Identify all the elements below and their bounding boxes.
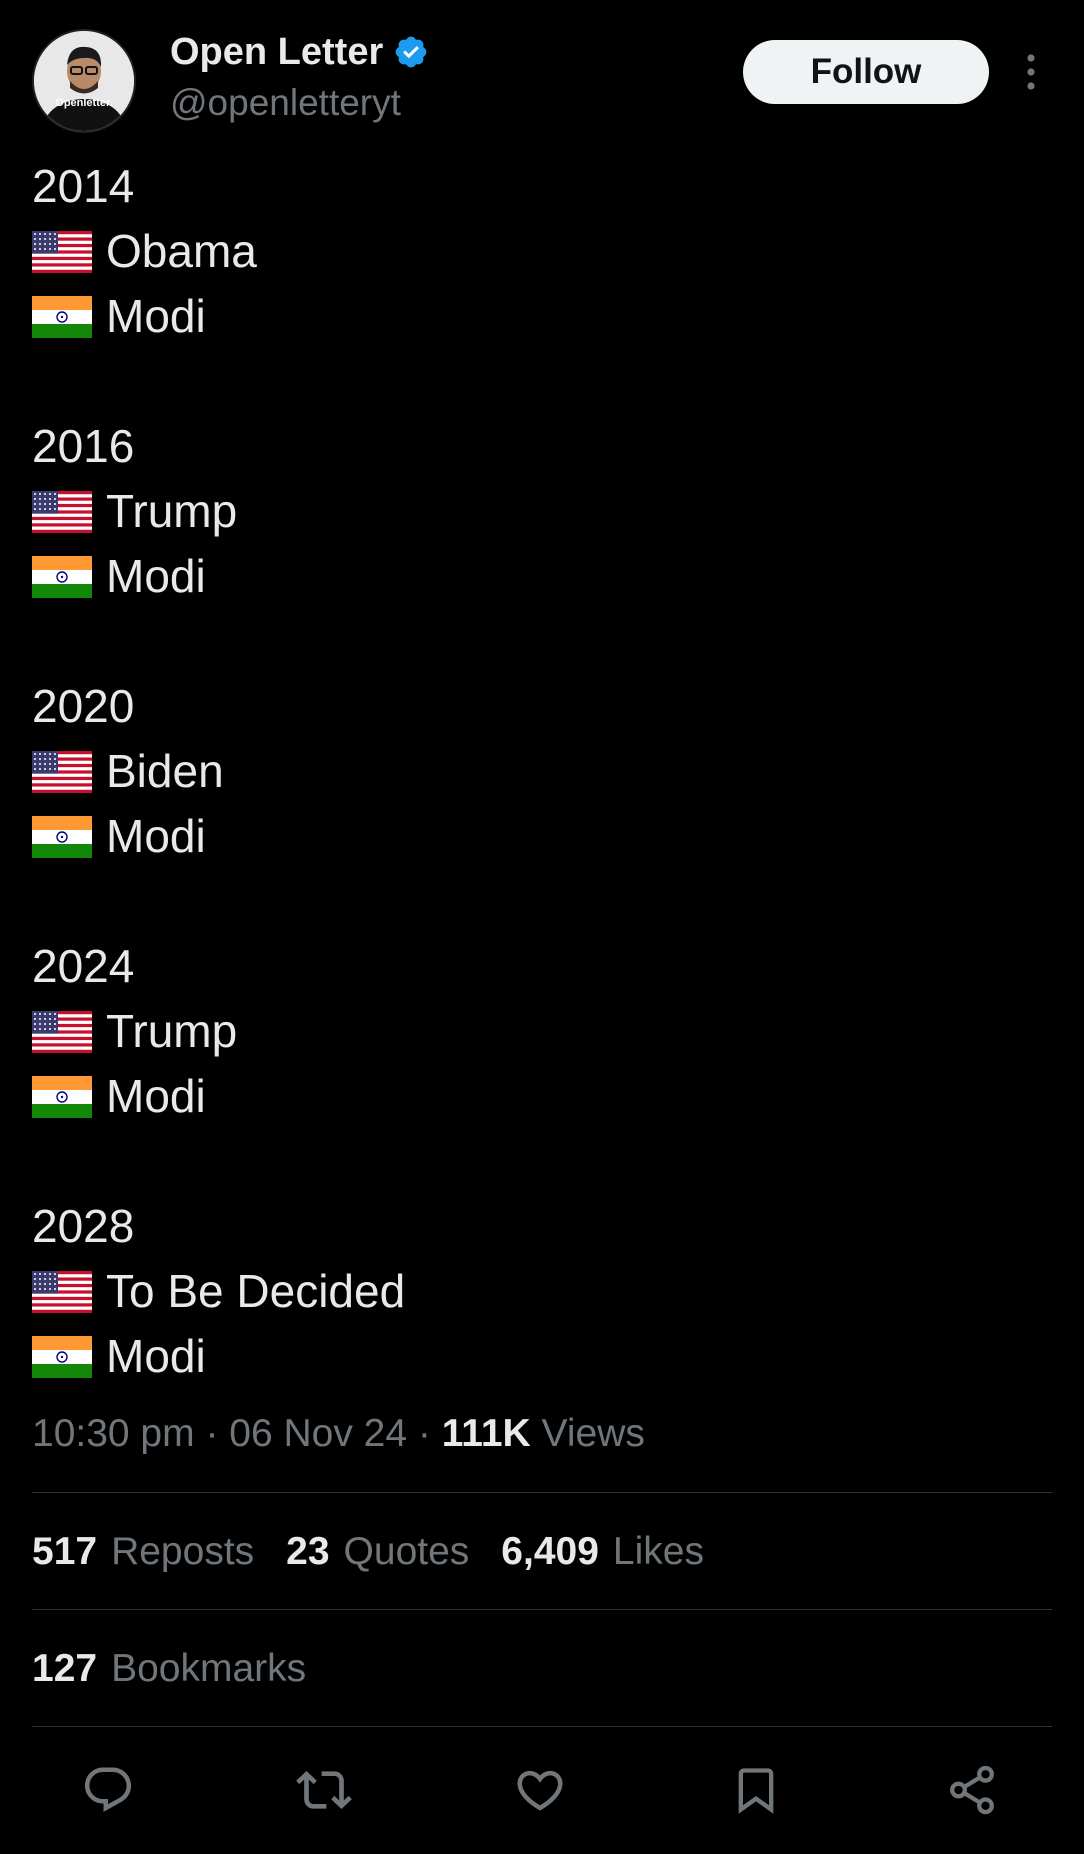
divider (32, 1609, 1052, 1610)
us-leader-name: Trump (106, 485, 238, 537)
us-flag-icon (32, 230, 92, 273)
bookmarks-stat[interactable]: 127 Bookmarks (32, 1641, 306, 1697)
views-count: 111K (441, 1412, 531, 1455)
us-leader-name: Biden (106, 745, 224, 797)
india-leader-name: Modi (106, 810, 206, 862)
tweet-block: 2024 Trump Modi (32, 934, 1052, 1129)
reposts-stat[interactable]: 517 Reposts (32, 1524, 254, 1580)
india-leader-line: Modi (32, 284, 1052, 349)
us-leader-name: To Be Decided (106, 1265, 406, 1317)
year-label: 2016 (32, 420, 135, 472)
views-label: Views (541, 1412, 645, 1455)
reply-icon[interactable] (78, 1760, 138, 1820)
meta-separator: · (417, 1412, 442, 1455)
bookmarks-stats: 127 Bookmarks (32, 1641, 338, 1697)
meta-separator: · (205, 1412, 230, 1455)
reposts-label: Reposts (111, 1530, 255, 1573)
india-leader-line: Modi (32, 1064, 1052, 1129)
share-icon[interactable] (942, 1760, 1002, 1820)
likes-label: Likes (612, 1530, 704, 1573)
tweet-header: Openletter. Open Letter @openletteryt Fo… (0, 0, 1084, 150)
tweet-block: 2014 Obama Modi (32, 154, 1052, 349)
tweet-text: 2014 Obama Modi 2016 Trump Modi 2020 Biden Modi 2… (32, 154, 1052, 1389)
india-flag-icon (32, 555, 92, 598)
india-leader-name: Modi (106, 550, 206, 602)
us-leader-line: To Be Decided (32, 1259, 1052, 1324)
year-label: 2028 (32, 1200, 135, 1252)
us-flag-icon (32, 490, 92, 533)
india-leader-name: Modi (106, 1070, 206, 1122)
india-leader-line: Modi (32, 1324, 1052, 1389)
tweet-date[interactable]: 06 Nov 24 (229, 1412, 407, 1455)
tweet-block: 2028 To Be Decided Modi (32, 1194, 1052, 1389)
quotes-count: 23 (286, 1530, 330, 1573)
avatar-image (34, 31, 134, 131)
avatar-logo-text: Openletter. (55, 97, 113, 109)
avatar[interactable]: Openletter. (32, 29, 136, 133)
us-flag-icon (32, 750, 92, 793)
india-flag-icon (32, 1075, 92, 1118)
tweet-meta: 10:30 pm · 06 Nov 24 · 111K Views (32, 1406, 645, 1462)
bookmarks-count: 127 (32, 1647, 98, 1690)
bookmark-icon[interactable] (726, 1760, 786, 1820)
engagement-stats: 517 Reposts 23 Quotes 6,409 Likes (32, 1524, 736, 1580)
india-flag-icon (32, 1335, 92, 1378)
bookmarks-label: Bookmarks (111, 1647, 307, 1690)
quotes-label: Quotes (343, 1530, 470, 1573)
india-flag-icon (32, 815, 92, 858)
repost-icon[interactable] (294, 1760, 354, 1820)
user-handle[interactable]: @openletteryt (170, 80, 401, 126)
us-flag-icon (32, 1010, 92, 1053)
likes-count: 6,409 (501, 1530, 599, 1573)
us-flag-icon (32, 1270, 92, 1313)
tweet-block: 2016 Trump Modi (32, 414, 1052, 609)
action-bar (0, 1760, 1084, 1820)
tweet-block: 2020 Biden Modi (32, 674, 1052, 869)
quotes-stat[interactable]: 23 Quotes (286, 1524, 469, 1580)
divider (32, 1492, 1052, 1493)
us-leader-name: Trump (106, 1005, 238, 1057)
us-leader-line: Biden (32, 739, 1052, 804)
india-leader-name: Modi (106, 1330, 206, 1382)
india-flag-icon (32, 295, 92, 338)
more-options-icon[interactable] (1014, 46, 1048, 98)
divider (32, 1726, 1052, 1727)
us-leader-line: Trump (32, 999, 1052, 1064)
us-leader-line: Obama (32, 219, 1052, 284)
likes-stat[interactable]: 6,409 Likes (501, 1524, 704, 1580)
india-leader-name: Modi (106, 290, 206, 342)
india-leader-line: Modi (32, 544, 1052, 609)
year-label: 2020 (32, 680, 135, 732)
tweet-time[interactable]: 10:30 pm (32, 1412, 195, 1455)
india-leader-line: Modi (32, 804, 1052, 869)
follow-button[interactable]: Follow (743, 40, 989, 104)
verified-badge-icon (393, 34, 429, 70)
year-label: 2014 (32, 160, 135, 212)
us-leader-name: Obama (106, 225, 257, 277)
like-icon[interactable] (510, 1760, 570, 1820)
year-label: 2024 (32, 940, 135, 992)
reposts-count: 517 (32, 1530, 98, 1573)
us-leader-line: Trump (32, 479, 1052, 544)
display-name[interactable]: Open Letter (170, 28, 383, 76)
